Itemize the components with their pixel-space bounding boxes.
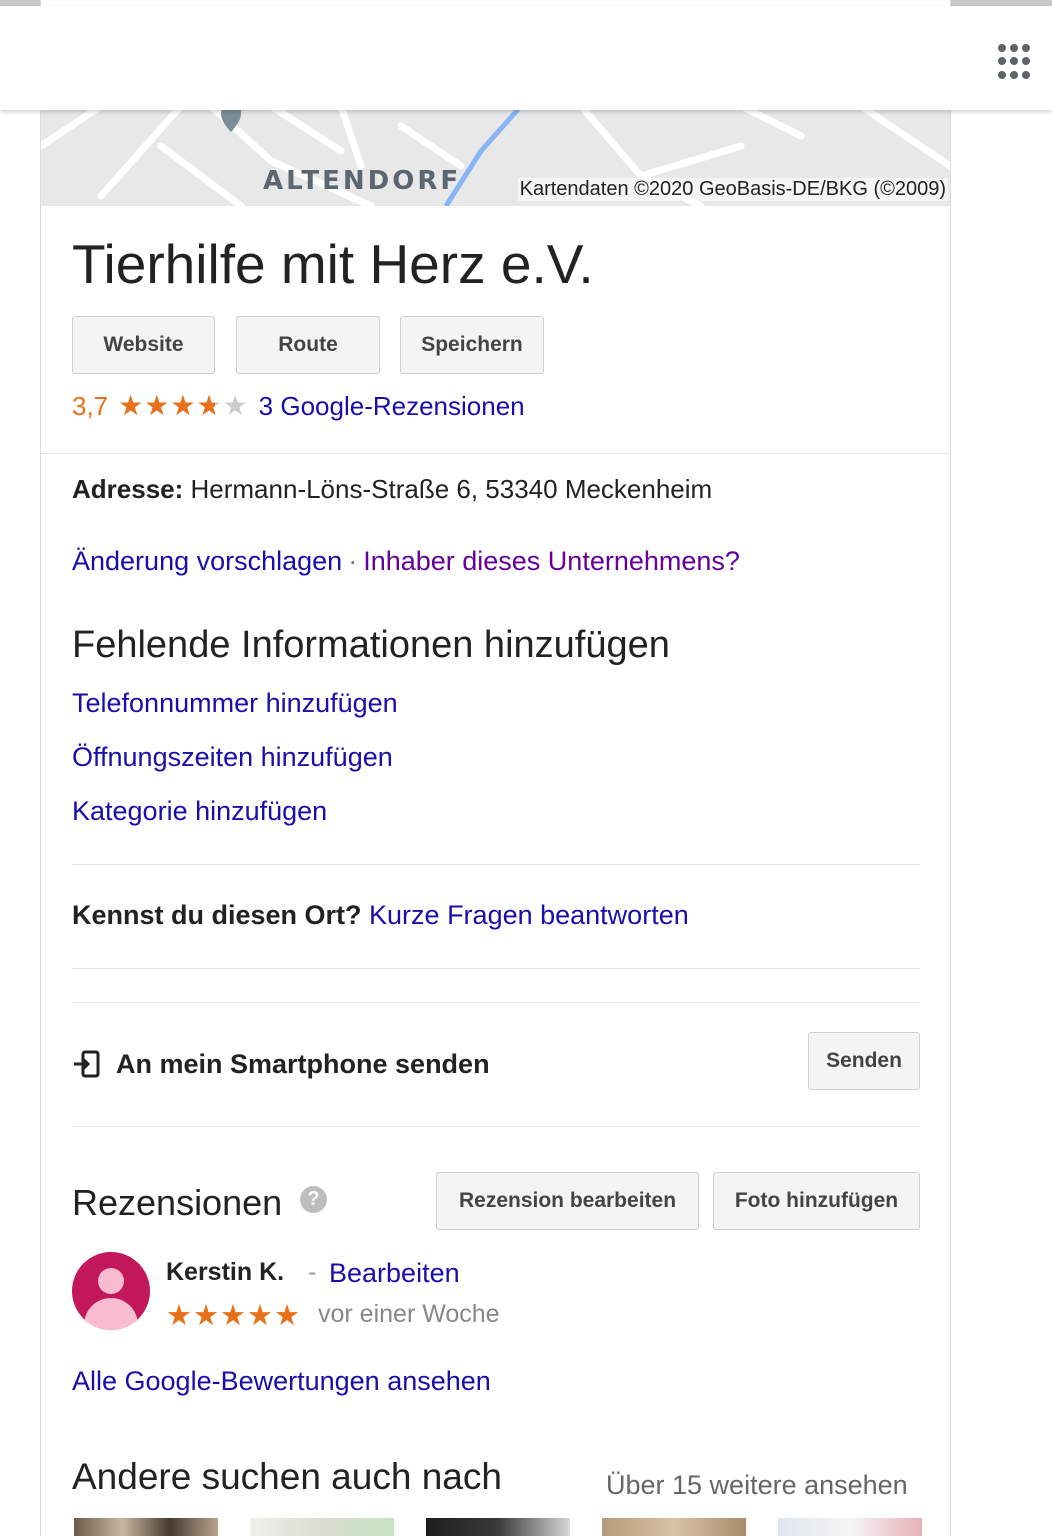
map-place-label: ALTENDORF	[263, 166, 462, 196]
edit-review-link[interactable]: Bearbeiten	[329, 1258, 460, 1289]
related-thumbnail[interactable]	[74, 1518, 218, 1536]
address-row: Adresse: Hermann-Löns-Straße 6, 53340 Me…	[72, 474, 712, 505]
related-thumbnail[interactable]	[778, 1518, 922, 1536]
send-to-phone-row: An mein Smartphone senden	[72, 1046, 490, 1082]
related-thumbnail[interactable]	[250, 1518, 394, 1536]
map-credit: Kartendaten ©2020 GeoBasis-DE/BKG (©2009…	[517, 178, 948, 201]
add-phone-link[interactable]: Telefonnummer hinzufügen	[72, 688, 398, 719]
all-reviews-link[interactable]: Alle Google-Bewertungen ansehen	[72, 1366, 491, 1397]
route-button[interactable]: Route	[236, 316, 380, 374]
rating-value: 3,7	[72, 390, 109, 421]
business-title: Tierhilfe mit Herz e.V.	[72, 233, 594, 295]
address-label: Adresse:	[72, 474, 184, 504]
know-place-question: Kennst du diesen Ort?	[72, 900, 362, 930]
answer-questions-link[interactable]: Kurze Fragen beantworten	[362, 900, 689, 930]
reviews-heading: Rezensionen	[72, 1182, 283, 1223]
help-icon[interactable]: ?	[300, 1186, 327, 1213]
missing-info-heading: Fehlende Informationen hinzufügen	[72, 624, 670, 666]
add-photo-button[interactable]: Foto hinzufügen	[713, 1172, 920, 1230]
suggest-edit-link[interactable]: Änderung vorschlagen	[72, 546, 342, 576]
rating-stars: ★★★★★ ★★★★★	[118, 390, 249, 421]
related-thumbnail[interactable]	[602, 1518, 746, 1536]
others-heading: Andere suchen auch nach	[72, 1456, 502, 1497]
save-button[interactable]: Speichern	[400, 316, 544, 374]
divider	[72, 968, 920, 969]
send-to-phone-label: An mein Smartphone senden	[116, 1048, 490, 1079]
add-hours-link[interactable]: Öffnungszeiten hinzufügen	[72, 742, 393, 773]
apps-grid-icon[interactable]	[998, 44, 1034, 80]
divider	[72, 864, 920, 865]
website-button[interactable]: Website	[72, 316, 215, 374]
more-results-link[interactable]: Über 15 weitere ansehen	[606, 1470, 908, 1501]
send-to-phone-icon	[74, 1050, 100, 1078]
add-category-link[interactable]: Kategorie hinzufügen	[72, 796, 327, 827]
rating-row: 3,7 ★★★★★ ★★★★★ 3 Google-Rezensionen	[72, 390, 525, 422]
owner-link[interactable]: Inhaber dieses Unternehmens?	[363, 546, 740, 576]
top-bar	[0, 6, 1052, 110]
divider	[72, 1126, 920, 1127]
review-stars: ★★★★★	[166, 1300, 301, 1332]
address-value: Hermann-Löns-Straße 6, 53340 Meckenheim	[183, 474, 713, 504]
suggest-row: Änderung vorschlagen · Inhaber dieses Unte…	[72, 546, 740, 577]
divider	[41, 453, 950, 454]
avatar[interactable]	[72, 1252, 150, 1330]
send-button[interactable]: Senden	[808, 1032, 920, 1090]
know-place-row: Kennst du diesen Ort? Kurze Fragen beant…	[72, 900, 689, 931]
review-separator: -	[308, 1258, 317, 1286]
edit-review-button[interactable]: Rezension bearbeiten	[436, 1172, 699, 1230]
map-preview[interactable]: ALTENDORF Kartendaten ©2020 GeoBasis-DE/…	[41, 106, 950, 206]
review-time: vor einer Woche	[318, 1300, 500, 1328]
reviewer-name[interactable]: Kerstin K.	[166, 1258, 284, 1287]
separator: ·	[348, 546, 358, 576]
divider	[72, 1002, 920, 1003]
related-thumbnail[interactable]	[426, 1518, 570, 1536]
reviews-link[interactable]: 3 Google-Rezensionen	[259, 391, 525, 422]
